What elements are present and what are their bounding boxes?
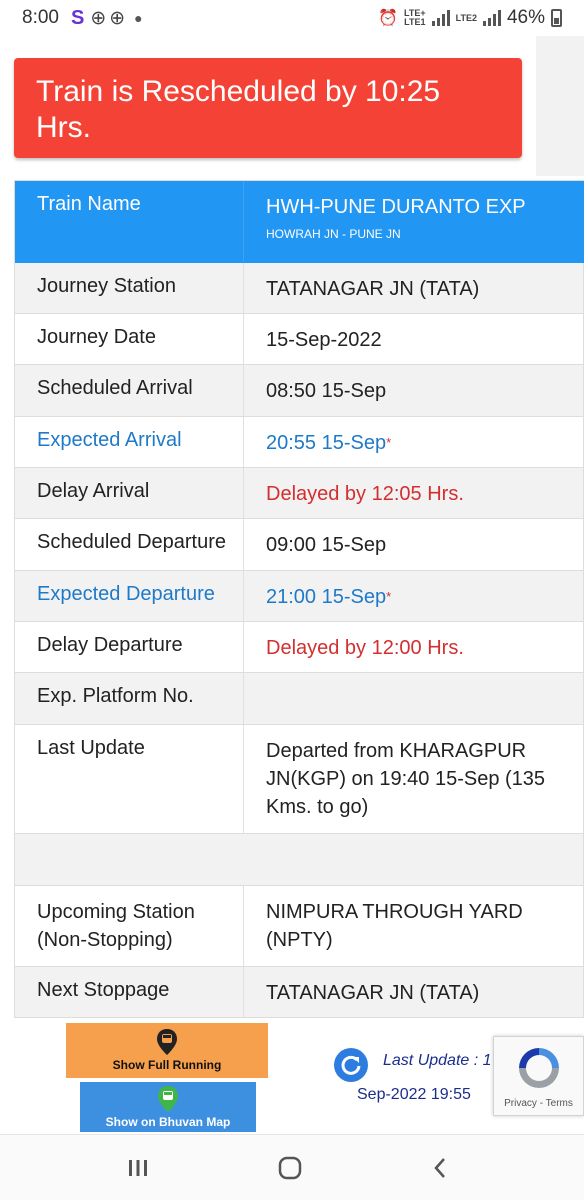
table-header-row: Train Name HWH-PUNE DURANTO EXP HOWRAH J…: [15, 181, 584, 263]
game-launcher-icon-2: ⊕: [109, 7, 126, 29]
sim1-label: LTE+ LTE1: [404, 8, 426, 27]
row-value: 20:55 15-Sep: [266, 432, 387, 454]
row-label: Expected Arrival: [37, 429, 182, 451]
row-label: Upcoming Station (Non-Stopping): [37, 901, 195, 951]
row-value: 08:50 15-Sep: [243, 365, 583, 416]
estimate-marker: *: [386, 589, 392, 604]
table-row: Journey Station TATANAGAR JN (TATA): [15, 263, 584, 314]
link-separator: -: [536, 1098, 546, 1109]
row-value: Delayed by 12:00 Hrs.: [243, 622, 583, 672]
row-value: 09:00 15-Sep: [243, 519, 583, 570]
alarm-icon: ⏰: [378, 10, 399, 27]
refresh-icon[interactable]: [334, 1048, 368, 1082]
map-pin-icon: [158, 1086, 178, 1112]
clock: 8:00: [22, 7, 59, 28]
privacy-link[interactable]: Privacy: [504, 1098, 537, 1109]
system-nav-bar: [0, 1134, 584, 1200]
row-value: [243, 673, 583, 724]
table-row: Delay Arrival Delayed by 12:05 Hrs.: [15, 468, 584, 519]
table-row: Expected Departure 21:00 15-Sep*: [15, 571, 584, 622]
row-label: Journey Date: [37, 326, 156, 348]
table-row: Scheduled Arrival 08:50 15-Sep: [15, 365, 584, 417]
home-icon: [278, 1156, 302, 1180]
table-row: Upcoming Station (Non-Stopping) NIMPURA …: [15, 886, 584, 967]
recaptcha-badge[interactable]: Privacy - Terms: [493, 1036, 584, 1116]
row-value: [243, 834, 583, 885]
battery-percent: 46%: [506, 7, 545, 28]
signal-sim2-icon: [482, 10, 501, 26]
background-strip: [536, 36, 584, 176]
row-label: Delay Departure: [37, 634, 183, 656]
recents-button[interactable]: [118, 1153, 158, 1183]
row-value-cell: 20:55 15-Sep*: [243, 417, 583, 467]
table-row: Delay Departure Delayed by 12:00 Hrs.: [15, 622, 584, 673]
sim2-label: LTE2: [455, 12, 477, 23]
notification-dot-icon: ●: [134, 10, 143, 26]
row-value: Departed from KHARAGPUR JN(KGP) on 19:40…: [243, 725, 583, 833]
row-value: TATANAGAR JN (TATA): [243, 967, 583, 1017]
row-label: Scheduled Departure: [37, 531, 227, 553]
game-launcher-icon: ⊕: [90, 7, 107, 29]
terms-link[interactable]: Terms: [546, 1098, 573, 1109]
recents-icon: [129, 1160, 147, 1176]
row-label: Next Stoppage: [37, 979, 170, 1001]
status-right: ⏰ LTE+ LTE1 LTE2 46%: [378, 7, 562, 29]
row-value: 21:00 15-Sep: [266, 586, 387, 608]
table-row: Last Update Departed from KHARAGPUR JN(K…: [15, 725, 584, 834]
train-route: HOWRAH JN - PUNE JN: [266, 227, 401, 241]
row-label: Journey Station: [37, 275, 176, 297]
estimate-marker: *: [386, 435, 392, 450]
train-name-cell: HWH-PUNE DURANTO EXP HOWRAH JN - PUNE JN: [243, 181, 583, 262]
row-label: [15, 834, 243, 885]
last-update-label: Last Update : 1: [383, 1052, 492, 1069]
recaptcha-logo-icon: [519, 1048, 559, 1088]
table-row: Exp. Platform No.: [15, 673, 584, 725]
row-label: Delay Arrival: [37, 480, 150, 502]
table-row-empty: [15, 834, 584, 886]
row-label: Last Update: [37, 737, 145, 759]
last-update-date: Sep-2022 19:55: [357, 1086, 471, 1103]
train-pin-icon: [157, 1029, 177, 1055]
train-name: HWH-PUNE DURANTO EXP: [266, 196, 526, 218]
row-value: Delayed by 12:05 Hrs.: [243, 468, 583, 518]
show-full-running-label: Show Full Running: [112, 1058, 222, 1072]
row-label: Expected Departure: [37, 583, 215, 605]
table-row: Journey Date 15-Sep-2022: [15, 314, 584, 365]
app-s-icon: S: [70, 6, 85, 29]
row-label: Exp. Platform No.: [37, 685, 194, 707]
show-full-running-button[interactable]: Show Full Running: [66, 1023, 268, 1078]
status-bar: 8:00 S ⊕ ⊕ ● ⏰ LTE+ LTE1 LTE2 46%: [0, 0, 584, 36]
home-button[interactable]: [270, 1153, 310, 1183]
signal-sim1-icon: [431, 10, 450, 26]
back-icon: [434, 1158, 445, 1178]
table-row: Scheduled Departure 09:00 15-Sep: [15, 519, 584, 571]
recaptcha-links: Privacy - Terms: [494, 1098, 583, 1109]
back-button[interactable]: [420, 1153, 460, 1183]
show-bhuvan-map-label: Show on Bhuvan Map: [105, 1115, 231, 1129]
row-value-cell: 21:00 15-Sep*: [243, 571, 583, 621]
battery-icon: [551, 9, 562, 27]
show-bhuvan-map-button[interactable]: Show on Bhuvan Map: [80, 1082, 256, 1132]
row-value: NIMPURA THROUGH YARD (NPTY): [243, 886, 583, 966]
table-row: Expected Arrival 20:55 15-Sep*: [15, 417, 584, 468]
row-label: Scheduled Arrival: [37, 377, 193, 399]
train-status-table: Train Name HWH-PUNE DURANTO EXP HOWRAH J…: [14, 180, 584, 1018]
row-value: 15-Sep-2022: [243, 314, 583, 364]
table-row: Next Stoppage TATANAGAR JN (TATA): [15, 967, 584, 1018]
row-value: TATANAGAR JN (TATA): [243, 263, 583, 313]
reschedule-banner: Train is Rescheduled by 10:25 Hrs.: [14, 58, 522, 158]
train-name-label: Train Name: [37, 193, 141, 215]
